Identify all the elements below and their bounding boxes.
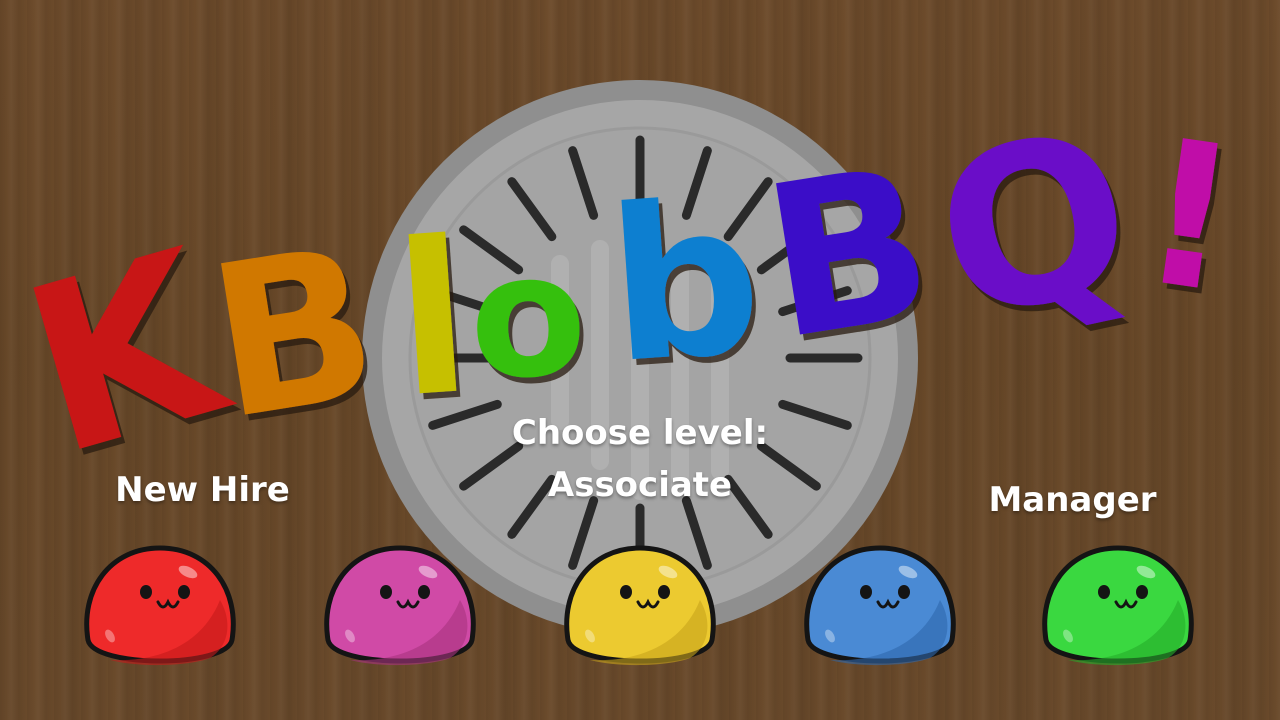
level-manager-label[interactable]: Manager — [960, 480, 1185, 520]
blob-green[interactable] — [1042, 545, 1194, 666]
title-letter: o — [466, 216, 590, 418]
blob-eye — [140, 585, 152, 599]
blob-blue[interactable] — [804, 545, 956, 666]
blob-eye — [898, 585, 910, 599]
level-new-hire-label[interactable]: New Hire — [90, 470, 315, 510]
blob-eye — [620, 585, 632, 599]
blob-eye — [1136, 585, 1148, 599]
blob-red[interactable] — [84, 545, 236, 666]
blob-pink[interactable] — [324, 545, 476, 666]
prompt-label: Choose level: — [511, 413, 769, 453]
current-level-label[interactable]: Associate — [500, 465, 780, 505]
blob-eye — [380, 585, 392, 599]
blob-eye — [418, 585, 430, 599]
game-scene: KBlo bBQ! — [1, 80, 1251, 666]
title-letter: b — [601, 155, 768, 410]
title-letter: Q — [916, 81, 1152, 370]
blob-eye — [178, 585, 190, 599]
blob-eye — [658, 585, 670, 599]
blob-eye — [860, 585, 872, 599]
title-letter: ! — [1128, 95, 1251, 338]
blob-row — [84, 545, 1194, 666]
blob-yellow[interactable] — [564, 545, 716, 666]
blob-eye — [1098, 585, 1110, 599]
